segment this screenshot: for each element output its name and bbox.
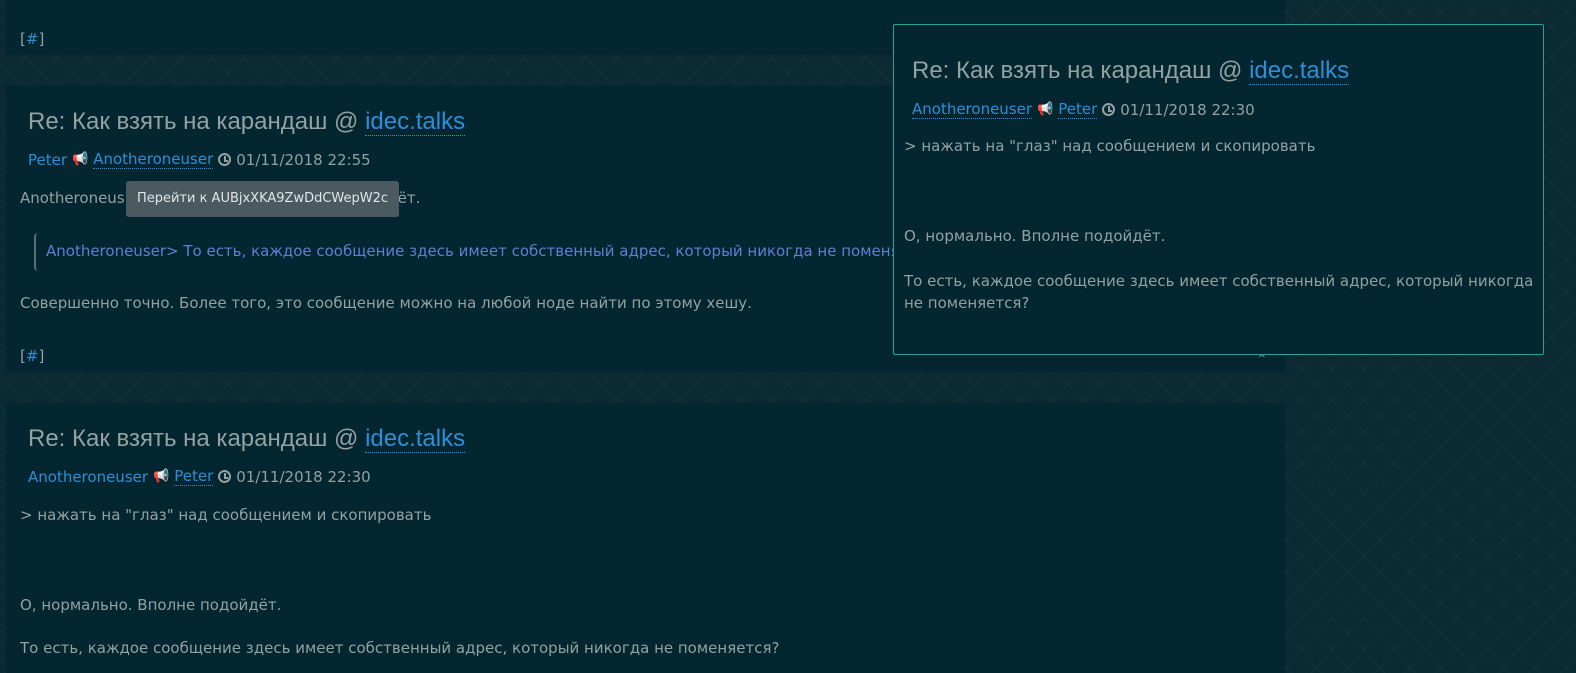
- author-link[interactable]: Anotheroneuser: [912, 100, 1033, 119]
- popup-meta: Anotheroneuser 📢 Peter 01/11/2018 22:30: [912, 100, 1255, 119]
- echo-link[interactable]: idec.talks: [1249, 57, 1350, 85]
- post-text-line: > нажать на "глаз" над сообщением и скоп…: [20, 506, 432, 524]
- quote-block: Anotheroneuser> То есть, каждое сообщени…: [34, 233, 1036, 271]
- popup-text-line: не поменяется?: [904, 294, 1030, 312]
- megaphone-icon: 📢: [153, 469, 170, 484]
- post-text-line: О, нормально. Вполне подойдёт.: [20, 596, 282, 614]
- recipient-link[interactable]: Anotheroneuser: [93, 150, 214, 169]
- post-meta: Peter 📢 Anotheroneuser 01/11/2018 22:55: [28, 150, 371, 169]
- popup-text-line: > нажать на "глаз" над сообщением и скоп…: [904, 137, 1316, 155]
- clock-icon: [218, 470, 232, 483]
- recipient-link[interactable]: Peter: [174, 467, 214, 486]
- popup-title: Re: Как взять на карандаш @ idec.talks: [912, 57, 1350, 85]
- megaphone-icon: 📢: [1037, 102, 1054, 117]
- post-date: 01/11/2018 22:30: [236, 467, 371, 486]
- echo-link[interactable]: idec.talks: [365, 108, 466, 136]
- megaphone-icon: 📢: [72, 152, 89, 167]
- post-text-line: То есть, каждое сообщение здесь имеет со…: [20, 639, 780, 657]
- post-meta: Anotheroneuser 📢 Peter 01/11/2018 22:30: [28, 467, 371, 486]
- post-message: Re: Как взять на карандаш @ idec.talks A…: [6, 403, 1285, 673]
- echo-link[interactable]: idec.talks: [365, 425, 466, 453]
- post-hash-link[interactable]: [#]: [20, 347, 44, 365]
- author-link[interactable]: Peter: [28, 151, 67, 169]
- clock-icon: [218, 153, 232, 166]
- popup-text-line: О, нормально. Вполне подойдёт.: [904, 227, 1166, 245]
- popup-text-line: То есть, каждое сообщение здесь имеет со…: [904, 272, 1534, 290]
- post-text-line: Совершенно точно. Более того, это сообще…: [20, 294, 752, 312]
- message-preview-popup: Re: Как взять на карандаш @ idec.talks A…: [893, 24, 1544, 355]
- clock-icon: [1102, 103, 1116, 116]
- recipient-link[interactable]: Peter: [1058, 100, 1098, 119]
- tooltip: Перейти к AUBjxXKA9ZwDdCWepW2c: [126, 181, 399, 217]
- post-title: Re: Как взять на карандаш @ idec.talks: [28, 425, 466, 453]
- author-link[interactable]: Anotheroneuser: [28, 468, 148, 486]
- post-hash-link[interactable]: [#]: [20, 30, 44, 48]
- post-title: Re: Как взять на карандаш @ idec.talks: [28, 108, 466, 136]
- popup-date: 01/11/2018 22:30: [1120, 100, 1255, 119]
- post-date: 01/11/2018 22:55: [236, 150, 371, 169]
